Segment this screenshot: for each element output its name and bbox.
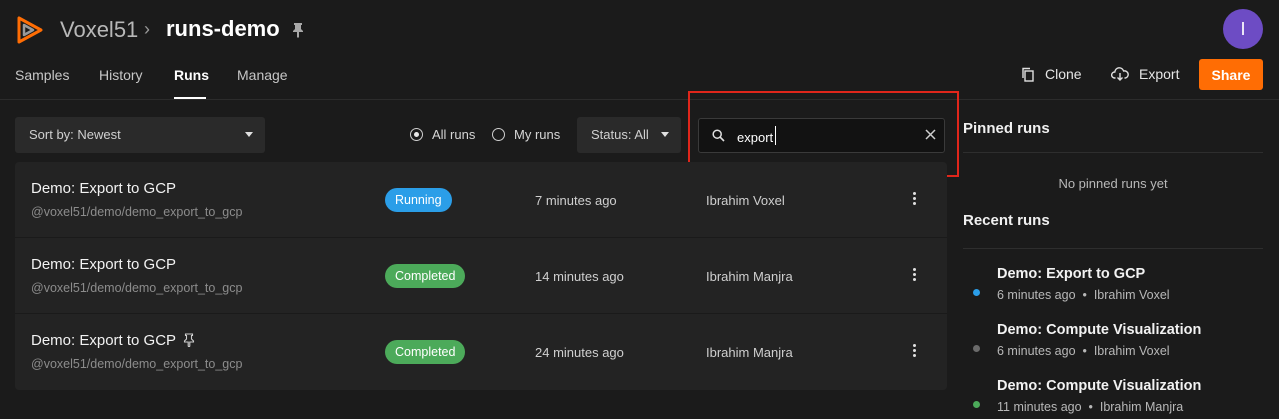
voxel51-logo-icon[interactable] xyxy=(14,14,46,46)
runs-list: Demo: Export to GCP @voxel51/demo/demo_e… xyxy=(15,162,947,390)
search-icon xyxy=(712,129,725,142)
status-badge: Running xyxy=(385,188,452,212)
run-time: 7 minutes ago xyxy=(535,193,617,208)
run-row[interactable]: Demo: Export to GCP @voxel51/demo/demo_e… xyxy=(15,162,947,238)
recent-runs-title: Recent runs xyxy=(963,212,1050,229)
meta-separator: • xyxy=(1082,288,1087,302)
pinned-empty-message: No pinned runs yet xyxy=(1058,176,1168,191)
dataset-title: runs-demo xyxy=(166,16,280,41)
recent-run-time: 11 minutes ago xyxy=(997,400,1082,414)
recent-run-item[interactable]: Demo: Compute Visualization 6 minutes ag… xyxy=(963,322,1273,374)
radio-all-runs[interactable]: All runs xyxy=(410,127,475,142)
run-row[interactable]: Demo: Export to GCP @voxel51/demo/demo_e… xyxy=(15,314,947,390)
active-tab-indicator xyxy=(174,97,206,99)
status-dot-icon xyxy=(973,289,980,296)
avatar-initial: I xyxy=(1240,18,1246,39)
run-user: Ibrahim Manjra xyxy=(706,269,793,284)
recent-run-meta: 6 minutes ago • Ibrahim Voxel xyxy=(997,344,1170,358)
export-button[interactable]: Export xyxy=(1111,66,1179,82)
run-time: 24 minutes ago xyxy=(535,345,624,360)
radio-all-runs-label: All runs xyxy=(432,127,476,142)
more-options-icon[interactable] xyxy=(908,192,920,208)
recent-run-name: Demo: Compute Visualization xyxy=(997,378,1202,394)
clear-search-icon[interactable] xyxy=(925,129,936,140)
recent-run-time: 6 minutes ago xyxy=(997,344,1076,358)
recent-run-user: Ibrahim Voxel xyxy=(1093,344,1170,358)
radio-selected-icon xyxy=(410,128,423,141)
recent-run-user: Ibrahim Voxel xyxy=(1093,288,1170,302)
sort-dropdown[interactable]: Sort by: Newest xyxy=(15,117,265,153)
export-label: Export xyxy=(1139,66,1180,82)
top-bar xyxy=(0,0,1279,100)
recent-run-time: 6 minutes ago xyxy=(997,288,1076,302)
status-badge: Completed xyxy=(385,340,466,364)
more-options-icon[interactable] xyxy=(908,268,920,284)
divider xyxy=(963,248,1263,249)
tab-history[interactable]: History xyxy=(99,67,143,83)
radio-unselected-icon xyxy=(492,128,505,141)
status-badge: Completed xyxy=(385,264,466,288)
text-cursor xyxy=(775,126,776,145)
clone-button[interactable]: Clone xyxy=(1021,66,1082,82)
status-dot-icon xyxy=(973,345,980,352)
search-input[interactable] xyxy=(737,127,907,147)
tab-manage[interactable]: Manage xyxy=(237,67,288,83)
chevron-down-icon xyxy=(661,132,669,137)
tab-samples[interactable]: Samples xyxy=(15,67,69,83)
recent-run-item[interactable]: Demo: Compute Visualization 11 minutes a… xyxy=(963,378,1273,419)
run-path: @voxel51/demo/demo_export_to_gcp xyxy=(31,205,243,219)
radio-my-runs-label: My runs xyxy=(514,127,561,142)
recent-run-name: Demo: Export to GCP xyxy=(997,266,1146,282)
meta-separator: • xyxy=(1082,344,1087,358)
run-time: 14 minutes ago xyxy=(535,269,624,284)
copy-icon xyxy=(1022,67,1034,82)
status-filter-dropdown[interactable]: Status: All xyxy=(577,117,681,153)
run-name: Demo: Export to GCP xyxy=(31,180,177,197)
meta-separator: • xyxy=(1088,400,1093,414)
share-button[interactable]: Share xyxy=(1199,59,1263,90)
more-options-icon[interactable] xyxy=(908,344,920,360)
recent-run-name: Demo: Compute Visualization xyxy=(997,322,1202,338)
pinned-runs-title: Pinned runs xyxy=(963,120,1050,137)
run-user: Ibrahim Voxel xyxy=(706,193,785,208)
radio-my-runs[interactable]: My runs xyxy=(492,127,560,142)
recent-run-meta: 6 minutes ago • Ibrahim Voxel xyxy=(997,288,1170,302)
chevron-down-icon xyxy=(245,132,253,137)
run-path: @voxel51/demo/demo_export_to_gcp xyxy=(31,281,243,295)
pinned-icon[interactable] xyxy=(183,333,195,347)
tab-runs[interactable]: Runs xyxy=(174,67,209,83)
run-user: Ibrahim Manjra xyxy=(706,345,793,360)
recent-run-item[interactable]: Demo: Export to GCP 6 minutes ago • Ibra… xyxy=(963,266,1273,318)
org-breadcrumb[interactable]: Voxel51 xyxy=(60,17,138,43)
cloud-download-icon xyxy=(1111,67,1129,81)
recent-run-user: Ibrahim Manjra xyxy=(1099,400,1184,414)
run-name: Demo: Export to GCP xyxy=(31,332,177,349)
run-row[interactable]: Demo: Export to GCP @voxel51/demo/demo_e… xyxy=(15,238,947,314)
recent-run-meta: 11 minutes ago • Ibrahim Manjra xyxy=(997,400,1183,414)
breadcrumb-separator: › xyxy=(144,19,150,39)
status-dot-icon xyxy=(973,401,980,408)
sort-label: Sort by: Newest xyxy=(29,127,121,142)
divider xyxy=(963,152,1263,153)
user-avatar[interactable]: I xyxy=(1223,9,1263,49)
search-box[interactable] xyxy=(698,118,945,153)
status-filter-label: Status: All xyxy=(591,127,649,142)
run-name: Demo: Export to GCP xyxy=(31,256,177,273)
clone-label: Clone xyxy=(1045,66,1082,82)
pin-dataset-icon[interactable] xyxy=(291,22,305,38)
run-path: @voxel51/demo/demo_export_to_gcp xyxy=(31,357,243,371)
